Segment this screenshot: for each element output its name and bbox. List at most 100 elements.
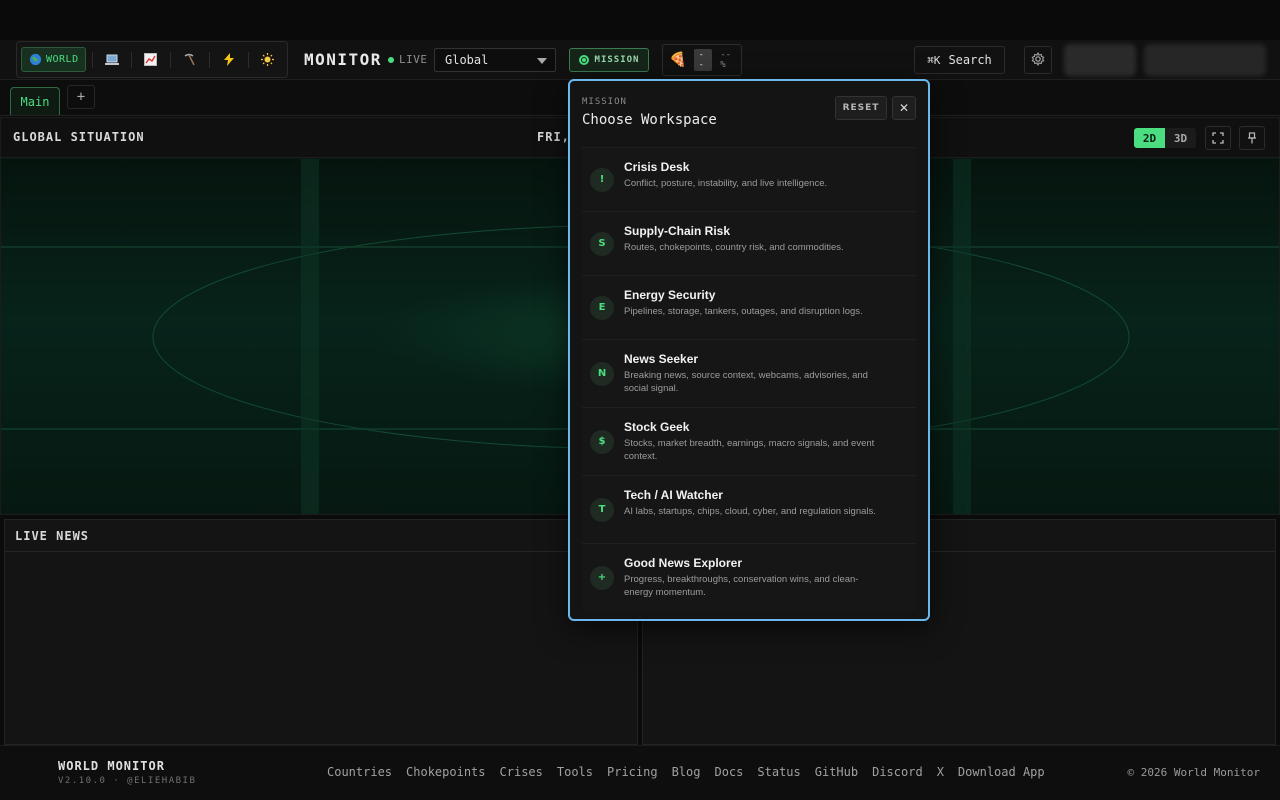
map-panel-title: GLOBAL SITUATION — [13, 130, 145, 144]
footer-copyright: © 2026 World Monitor — [1127, 766, 1260, 779]
footer-link-pricing[interactable]: Pricing — [607, 765, 658, 779]
globe-icon — [28, 53, 42, 67]
variant-switcher: WORLD — [16, 41, 288, 78]
footer-link-github[interactable]: GitHub — [815, 765, 858, 779]
workspace-option-tech-ai-watcher[interactable]: T Tech / AI Watcher AI labs, startups, c… — [582, 475, 916, 543]
workspace-desc: AI labs, startups, chips, cloud, cyber, … — [624, 506, 876, 517]
chevron-down-icon — [537, 58, 547, 64]
workspace-option-crisis-desk[interactable]: ! Crisis Desk Conflict, posture, instabi… — [582, 147, 916, 211]
workspace-option-good-news-explorer[interactable]: + Good News Explorer Progress, breakthro… — [582, 543, 916, 611]
live-news-title: LIVE NEWS — [15, 529, 90, 543]
tab-main[interactable]: Main — [10, 87, 60, 115]
variant-commodity-button[interactable] — [177, 47, 203, 72]
map-dimension-toggle: 2D 3D — [1134, 128, 1196, 148]
variant-good-news-button[interactable] — [255, 47, 281, 72]
footer-link-crises[interactable]: Crises — [500, 765, 543, 779]
footer-link-countries[interactable]: Countries — [327, 765, 392, 779]
header: WORLD MONITOR LIVE Global MISSION 🍕 -- -… — [0, 40, 1280, 80]
separator — [169, 51, 171, 68]
region-select[interactable]: Global — [434, 48, 556, 72]
sun-icon — [261, 53, 275, 67]
pizza-index-button[interactable]: 🍕 -- --% — [662, 44, 742, 76]
workspace-name: Good News Explorer — [624, 556, 743, 570]
workspace-option-energy-security[interactable]: E Energy Security Pipelines, storage, ta… — [582, 275, 916, 339]
variant-world-label: WORLD — [46, 54, 79, 65]
mission-popup-title: Choose Workspace — [582, 112, 717, 128]
workspace-badge: $ — [590, 429, 614, 454]
mission-button[interactable]: MISSION — [569, 48, 649, 72]
variant-tech-button[interactable] — [99, 47, 125, 72]
map-2d-button[interactable]: 2D — [1134, 128, 1165, 148]
live-news-header: LIVE NEWS — [5, 520, 637, 552]
add-tab-button[interactable]: + — [67, 85, 95, 109]
gear-icon — [1031, 51, 1045, 70]
workspace-name: Stock Geek — [624, 420, 690, 434]
workspace-name: Energy Security — [624, 288, 716, 302]
mission-close-button[interactable]: ✕ — [892, 96, 916, 120]
footer-version: V2.10.0 · @ELIEHABIB — [58, 776, 197, 786]
mission-button-label: MISSION — [594, 55, 640, 65]
mission-reset-button[interactable]: RESET — [835, 96, 887, 120]
pizza-index-value: --% — [720, 50, 732, 70]
workspace-name: Tech / AI Watcher — [624, 488, 723, 502]
live-label: LIVE — [399, 53, 428, 66]
workspace-badge: ! — [590, 167, 614, 192]
separator — [208, 51, 210, 68]
variant-finance-button[interactable] — [138, 47, 164, 72]
footer-link-status[interactable]: Status — [757, 765, 800, 779]
pin-button[interactable] — [1239, 126, 1265, 150]
footer: WORLD MONITOR V2.10.0 · @ELIEHABIB Count… — [0, 745, 1280, 800]
workspace-badge: T — [590, 497, 614, 522]
footer-link-docs[interactable]: Docs — [714, 765, 743, 779]
separator — [91, 51, 93, 68]
workspace-name: News Seeker — [624, 352, 699, 366]
workspace-badge: N — [590, 361, 614, 386]
workspace-desc: Routes, chokepoints, country risk, and c… — [624, 242, 844, 253]
workspace-badge: + — [590, 565, 614, 590]
separator — [247, 51, 249, 68]
laptop-icon — [104, 53, 119, 67]
account-blurred-wide[interactable] — [1144, 44, 1266, 76]
footer-links: Countries Chokepoints Crises Tools Prici… — [327, 765, 1045, 779]
expand-icon — [1212, 129, 1224, 148]
workspace-option-news-seeker[interactable]: N News Seeker Breaking news, source cont… — [582, 339, 916, 407]
top-strip — [0, 0, 1280, 40]
pickaxe-icon — [183, 53, 197, 67]
live-dot-icon — [388, 56, 394, 63]
target-icon — [578, 55, 589, 65]
footer-link-chokepoints[interactable]: Chokepoints — [406, 765, 485, 779]
variant-world-button[interactable]: WORLD — [21, 47, 86, 72]
lightning-icon — [222, 53, 236, 67]
chart-icon — [144, 53, 158, 67]
search-label: Search — [948, 53, 992, 67]
fullscreen-button[interactable] — [1205, 126, 1231, 150]
workspace-desc: Pipelines, storage, tankers, outages, an… — [624, 306, 863, 317]
account-blurred[interactable] — [1064, 44, 1136, 76]
workspace-desc: Stocks, market breadth, earnings, macro … — [624, 438, 875, 462]
workspace-desc: Progress, breakthroughs, conservation wi… — [624, 574, 859, 598]
footer-link-tools[interactable]: Tools — [557, 765, 593, 779]
mission-popup-kicker: MISSION — [582, 97, 627, 107]
variant-energy-button[interactable] — [216, 47, 242, 72]
pizza-icon: 🍕 — [669, 52, 687, 68]
search-button[interactable]: ⌘K Search — [914, 46, 1005, 74]
mission-workspace-popup: MISSION Choose Workspace RESET ✕ ! Crisi… — [568, 79, 930, 621]
pin-icon — [1246, 129, 1258, 148]
separator — [130, 51, 132, 68]
search-shortcut: ⌘K — [927, 53, 941, 67]
map-3d-button[interactable]: 3D — [1165, 128, 1196, 148]
footer-link-x[interactable]: X — [937, 765, 944, 779]
workspace-option-supply-chain-risk[interactable]: S Supply-Chain Risk Routes, chokepoints,… — [582, 211, 916, 275]
footer-brand: WORLD MONITOR — [58, 759, 165, 773]
region-select-value: Global — [445, 53, 489, 67]
footer-link-download-app[interactable]: Download App — [958, 765, 1045, 779]
settings-button[interactable] — [1024, 46, 1052, 74]
workspace-name: Supply-Chain Risk — [624, 224, 731, 238]
workspace-option-stock-geek[interactable]: $ Stock Geek Stocks, market breadth, ear… — [582, 407, 916, 475]
brand-title: MONITOR — [304, 50, 382, 69]
footer-link-discord[interactable]: Discord — [872, 765, 923, 779]
workspace-desc: Breaking news, source context, webcams, … — [624, 370, 868, 394]
workspace-list: ! Crisis Desk Conflict, posture, instabi… — [582, 147, 916, 611]
footer-link-blog[interactable]: Blog — [672, 765, 701, 779]
workspace-desc: Conflict, posture, instability, and live… — [624, 178, 828, 189]
